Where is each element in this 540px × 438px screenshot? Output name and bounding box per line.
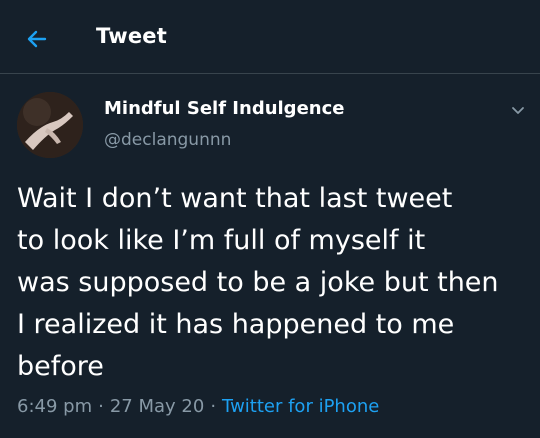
more-options-button[interactable] [508, 100, 528, 120]
tweet-text: Wait I don’t want that last tweet to loo… [17, 183, 499, 382]
page-title: Tweet [96, 24, 167, 48]
back-button[interactable] [20, 22, 54, 56]
top-bar: Tweet [0, 0, 540, 74]
arrow-left-icon [27, 30, 47, 48]
tweet-time: 6:49 pm [17, 396, 93, 417]
meta-separator: · [98, 396, 104, 417]
avatar[interactable] [17, 92, 83, 158]
tweet-source-link[interactable]: Twitter for iPhone [222, 396, 379, 417]
meta-separator: · [210, 396, 217, 417]
tweet-date: 27 May 20 [109, 396, 205, 417]
chevron-down-icon [512, 107, 524, 114]
user-handle[interactable]: @declangunnn [104, 130, 231, 150]
display-name[interactable]: Mindful Self Indulgence [104, 98, 344, 119]
tweet-meta: 6:49 pm · 27 May 20 · Twitter for iPhone [17, 396, 379, 417]
